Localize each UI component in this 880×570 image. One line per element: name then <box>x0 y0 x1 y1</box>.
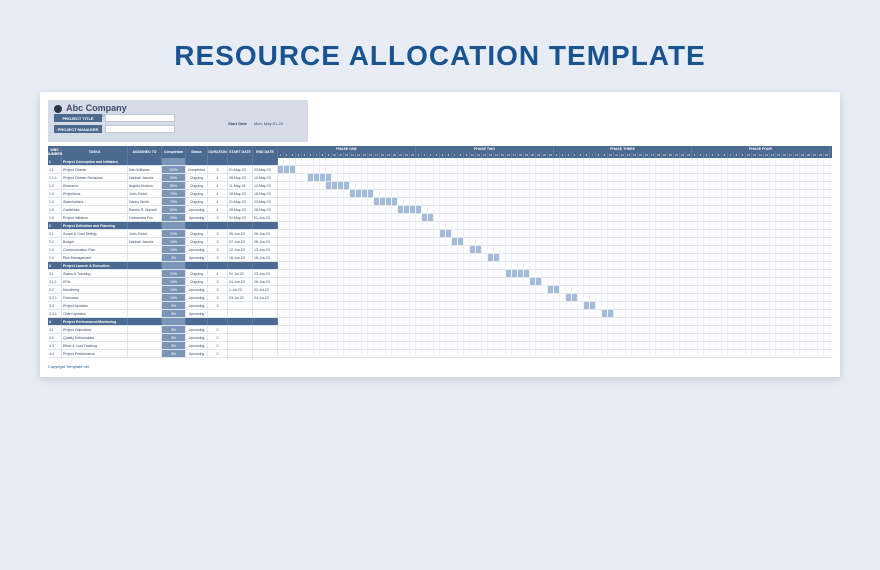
table-row: 1.4StakeholdersDanny Smith70%Ongoing421-… <box>48 198 278 206</box>
table-row: 2.1Scope & Goal SettingJohn Smart22%Ongo… <box>48 230 278 238</box>
table-row: 3.1.1KPIs19%Ongoing224-Jun-2326-Jun-23 <box>48 278 278 286</box>
task-columns: WBS NUMBER TASKS ASSIGNED TO Completion … <box>48 146 278 358</box>
table-row: 3.3.1Chart Updates0%Upcoming <box>48 310 278 318</box>
col-wbs: WBS NUMBER <box>48 146 62 158</box>
gantt-row <box>278 230 832 238</box>
start-date-value: Mon, May-01-23 <box>250 120 287 127</box>
gantt-row <box>278 350 832 358</box>
gantt-area: PHASE ONEPHASE TWOPHASE THREEPHASE FOUR … <box>278 146 832 358</box>
gantt-row <box>278 278 832 286</box>
gantt-row <box>278 238 832 246</box>
task-column-header: WBS NUMBER TASKS ASSIGNED TO Completion … <box>48 146 278 158</box>
col-assign: ASSIGNED TO <box>128 146 162 158</box>
table-row: 2Project Definition and Planning <box>48 222 278 230</box>
spreadsheet-preview: Abc Company abc@company.com | 222 555 77… <box>40 92 840 377</box>
col-task: TASKS <box>62 146 128 158</box>
gantt-row <box>278 206 832 214</box>
gantt-row <box>278 318 832 326</box>
table-row: 3.1Status & Tracking22%Ongoing4Fri Jul-2… <box>48 270 278 278</box>
gantt-row <box>278 302 832 310</box>
table-row: 2.4Risk Management2%Upcoming216-Jun-2318… <box>48 254 278 262</box>
table-row: 4.1Project Objectives0%Upcoming0 <box>48 326 278 334</box>
table-row: 2.3Communication Plan10%Upcoming212-Jun-… <box>48 246 278 254</box>
table-row: 1Project Conception and Initiation <box>48 158 278 166</box>
gantt-row <box>278 174 832 182</box>
gantt-row <box>278 294 832 302</box>
gantt-row <box>278 182 832 190</box>
gantt-row <box>278 254 832 262</box>
table-row: 3.3Project Updates5%Upcoming2 <box>48 302 278 310</box>
col-completion: Completion <box>162 146 186 158</box>
gantt-row <box>278 326 832 334</box>
table-row: 4.4Project Performance0%Upcoming0 <box>48 350 278 358</box>
sheet-header: Abc Company abc@company.com | 222 555 77… <box>48 100 832 142</box>
gantt-row <box>278 334 832 342</box>
gantt-row <box>278 190 832 198</box>
col-start: START DATE <box>228 146 253 158</box>
table-row: 3.2.1Forecasts10%Upcoming203-Jul-2304-Ju… <box>48 294 278 302</box>
col-duration: DURATION <box>208 146 228 158</box>
table-row: 3.2Monitoring15%Upcoming21-Jul-2302-Jul-… <box>48 286 278 294</box>
start-date-label: Start Date <box>228 121 247 126</box>
main-grid: WBS NUMBER TASKS ASSIGNED TO Completion … <box>48 146 832 358</box>
table-row: 2.2BudgetHannah Jacobs16%Ongoing207-Jun-… <box>48 238 278 246</box>
table-row: 1.3ProjectionsJohn Smart70%Ongoing416-Ma… <box>48 190 278 198</box>
table-row: 4Project Performance/Monitoring <box>48 318 278 326</box>
logo-icon <box>54 105 62 113</box>
gantt-row <box>278 286 832 294</box>
table-row: 1.6Project InitiationCassandra Fox25%Upc… <box>48 214 278 222</box>
project-meta: PROJECT TITLE PROJECT MANAGER <box>54 114 175 133</box>
table-row: 4.2Quality Deliverables0%Upcoming0 <box>48 334 278 342</box>
gantt-row <box>278 166 832 174</box>
project-manager-label: PROJECT MANAGER <box>54 125 102 133</box>
gantt-row <box>278 158 832 166</box>
gantt-row <box>278 198 832 206</box>
table-row: 1.1Project CharterDan Williams100%Comple… <box>48 166 278 174</box>
project-manager-row: PROJECT MANAGER <box>54 125 175 133</box>
table-row: 4.3Effort & Cost Tracking0%Upcoming0 <box>48 342 278 350</box>
table-row: 1.1.1Project Charter RevisionsHannah Jac… <box>48 174 278 182</box>
company-name-text: Abc Company <box>66 103 127 113</box>
gantt-row <box>278 270 832 278</box>
table-row: 3Project Launch & Execution <box>48 262 278 270</box>
project-title-input[interactable] <box>105 114 175 122</box>
col-end: END DATE <box>253 146 278 158</box>
gantt-row <box>278 214 832 222</box>
table-row: 1.5GuidelinesBonnie R. Burnett60%Upcomin… <box>48 206 278 214</box>
page-title: RESOURCE ALLOCATION TEMPLATE <box>0 0 880 92</box>
gantt-row <box>278 262 832 270</box>
company-name: Abc Company <box>54 103 302 113</box>
table-row: 1.2ResearchAngela Hudson85%Ongoing411-Ma… <box>48 182 278 190</box>
project-title-row: PROJECT TITLE <box>54 114 175 122</box>
copyright-link[interactable]: Copyright Template.net <box>48 364 832 369</box>
gantt-row <box>278 342 832 350</box>
start-date-block: Start Date Mon, May-01-23 <box>228 120 287 127</box>
gantt-row <box>278 246 832 254</box>
project-manager-input[interactable] <box>105 125 175 133</box>
gantt-row <box>278 310 832 318</box>
col-status: Status <box>186 146 208 158</box>
project-title-label: PROJECT TITLE <box>54 114 102 122</box>
gantt-row <box>278 222 832 230</box>
